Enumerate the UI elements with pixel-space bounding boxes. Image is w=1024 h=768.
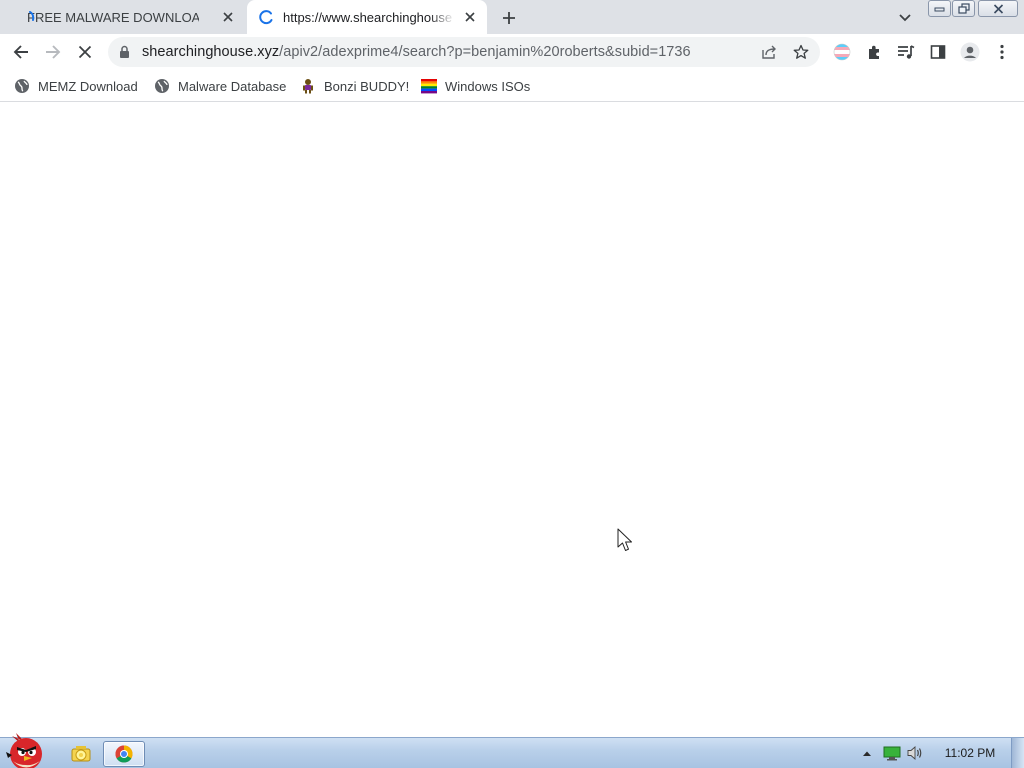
close-tab-icon[interactable] [462, 9, 478, 25]
bookmark-label: Malware Database [178, 78, 287, 94]
avatar-icon [960, 42, 980, 62]
bookmark-windows-isos[interactable]: Windows ISOs [421, 75, 530, 97]
playlist-music-icon [898, 45, 915, 59]
url-text[interactable]: shearchinghouse.xyz/apiv2/adexprime4/sea… [142, 44, 691, 60]
taskbar: 11:02 PM [0, 733, 1024, 768]
angry-bird-start-icon [6, 733, 42, 768]
loading-spinner-icon [29, 11, 35, 21]
close-tab-icon[interactable] [220, 9, 236, 25]
show-hidden-icons-button[interactable] [860, 743, 874, 763]
chrome-icon [115, 745, 133, 763]
bonzi-icon [300, 78, 316, 94]
trans-flag-icon [833, 43, 851, 61]
start-button[interactable] [2, 730, 52, 768]
forward-button[interactable] [41, 40, 65, 64]
address-bar[interactable]: shearchinghouse.xyz/apiv2/adexprime4/sea… [108, 37, 820, 67]
stop-loading-button[interactable] [73, 40, 97, 64]
bookmark-label: MEMZ Download [38, 78, 138, 94]
network-icon [883, 746, 901, 761]
volume-tray-button[interactable] [904, 743, 926, 763]
bookmark-bonzi-buddy[interactable]: Bonzi BUDDY! [300, 75, 409, 97]
plus-icon [503, 12, 515, 24]
taskbar-clock[interactable]: 11:02 PM [930, 746, 1010, 760]
kebab-menu-icon [1000, 44, 1004, 60]
tab-free-malware-download[interactable]: FREE MALWARE DOWNLOAD [0, 0, 245, 34]
arrow-left-icon [13, 45, 28, 59]
media-controls-button[interactable] [896, 42, 916, 62]
lock-icon[interactable] [119, 45, 130, 59]
chevron-down-icon [899, 14, 911, 22]
restore-icon [957, 3, 970, 14]
tab-search-button[interactable] [895, 8, 915, 28]
side-panel-button[interactable] [928, 42, 948, 62]
url-path: /apiv2/adexprime4/search?p=benjamin%20ro… [279, 44, 691, 60]
bookmark-label: Windows ISOs [445, 78, 531, 94]
share-button[interactable] [760, 43, 778, 61]
bookmark-label: Bonzi BUDDY! [324, 78, 410, 94]
bookmark-malware-database[interactable]: Malware Database [154, 75, 286, 97]
tab-title: https://www.shearchinghouse [283, 9, 453, 25]
close-window-button[interactable] [978, 0, 1018, 17]
mouse-pointer-icon [617, 528, 632, 551]
page-content[interactable] [0, 103, 1024, 737]
new-tab-button[interactable] [498, 7, 520, 29]
explorer-icon [71, 746, 91, 762]
profile-button[interactable] [960, 42, 980, 62]
minimize-window-button[interactable] [928, 0, 951, 17]
desktop-screen: FREE MALWARE DOWNLOAD https://www.shearc… [0, 0, 1024, 768]
url-host: shearchinghouse.xyz [142, 44, 280, 60]
arrow-right-icon [46, 45, 61, 59]
close-icon [993, 3, 1003, 14]
star-icon [793, 44, 809, 59]
globe-icon [14, 78, 30, 94]
tab-strip: FREE MALWARE DOWNLOAD https://www.shearc… [0, 0, 1024, 34]
windows-flag-icon [421, 78, 437, 94]
caret-up-icon [863, 751, 871, 756]
chrome-menu-button[interactable] [992, 42, 1012, 62]
show-desktop-button[interactable] [1011, 738, 1024, 768]
extension-flag-button[interactable] [832, 42, 852, 62]
minimize-icon [934, 7, 945, 11]
loading-spinner-icon [259, 10, 273, 25]
extensions-button[interactable] [864, 42, 884, 62]
bookmark-star-button[interactable] [792, 43, 810, 61]
restore-window-button[interactable] [952, 0, 975, 17]
tab-title: FREE MALWARE DOWNLOAD [27, 9, 199, 25]
network-tray-button[interactable] [882, 743, 902, 763]
share-icon [762, 45, 776, 59]
taskbar-explorer-button[interactable] [60, 741, 102, 767]
taskbar-chrome-button[interactable] [103, 741, 145, 767]
browser-toolbar: shearchinghouse.xyz/apiv2/adexprime4/sea… [0, 34, 1024, 70]
stop-icon [78, 45, 92, 59]
back-button[interactable] [9, 40, 33, 64]
side-panel-icon [930, 45, 946, 59]
bookmarks-bar: MEMZ Download Malware Database Bonzi BUD… [0, 70, 1024, 102]
volume-icon [907, 746, 922, 760]
tab-shearchinghouse[interactable]: https://www.shearchinghouse [247, 0, 487, 34]
globe-icon [154, 78, 170, 94]
puzzle-icon [869, 45, 879, 59]
bookmark-memz-download[interactable]: MEMZ Download [14, 75, 138, 97]
